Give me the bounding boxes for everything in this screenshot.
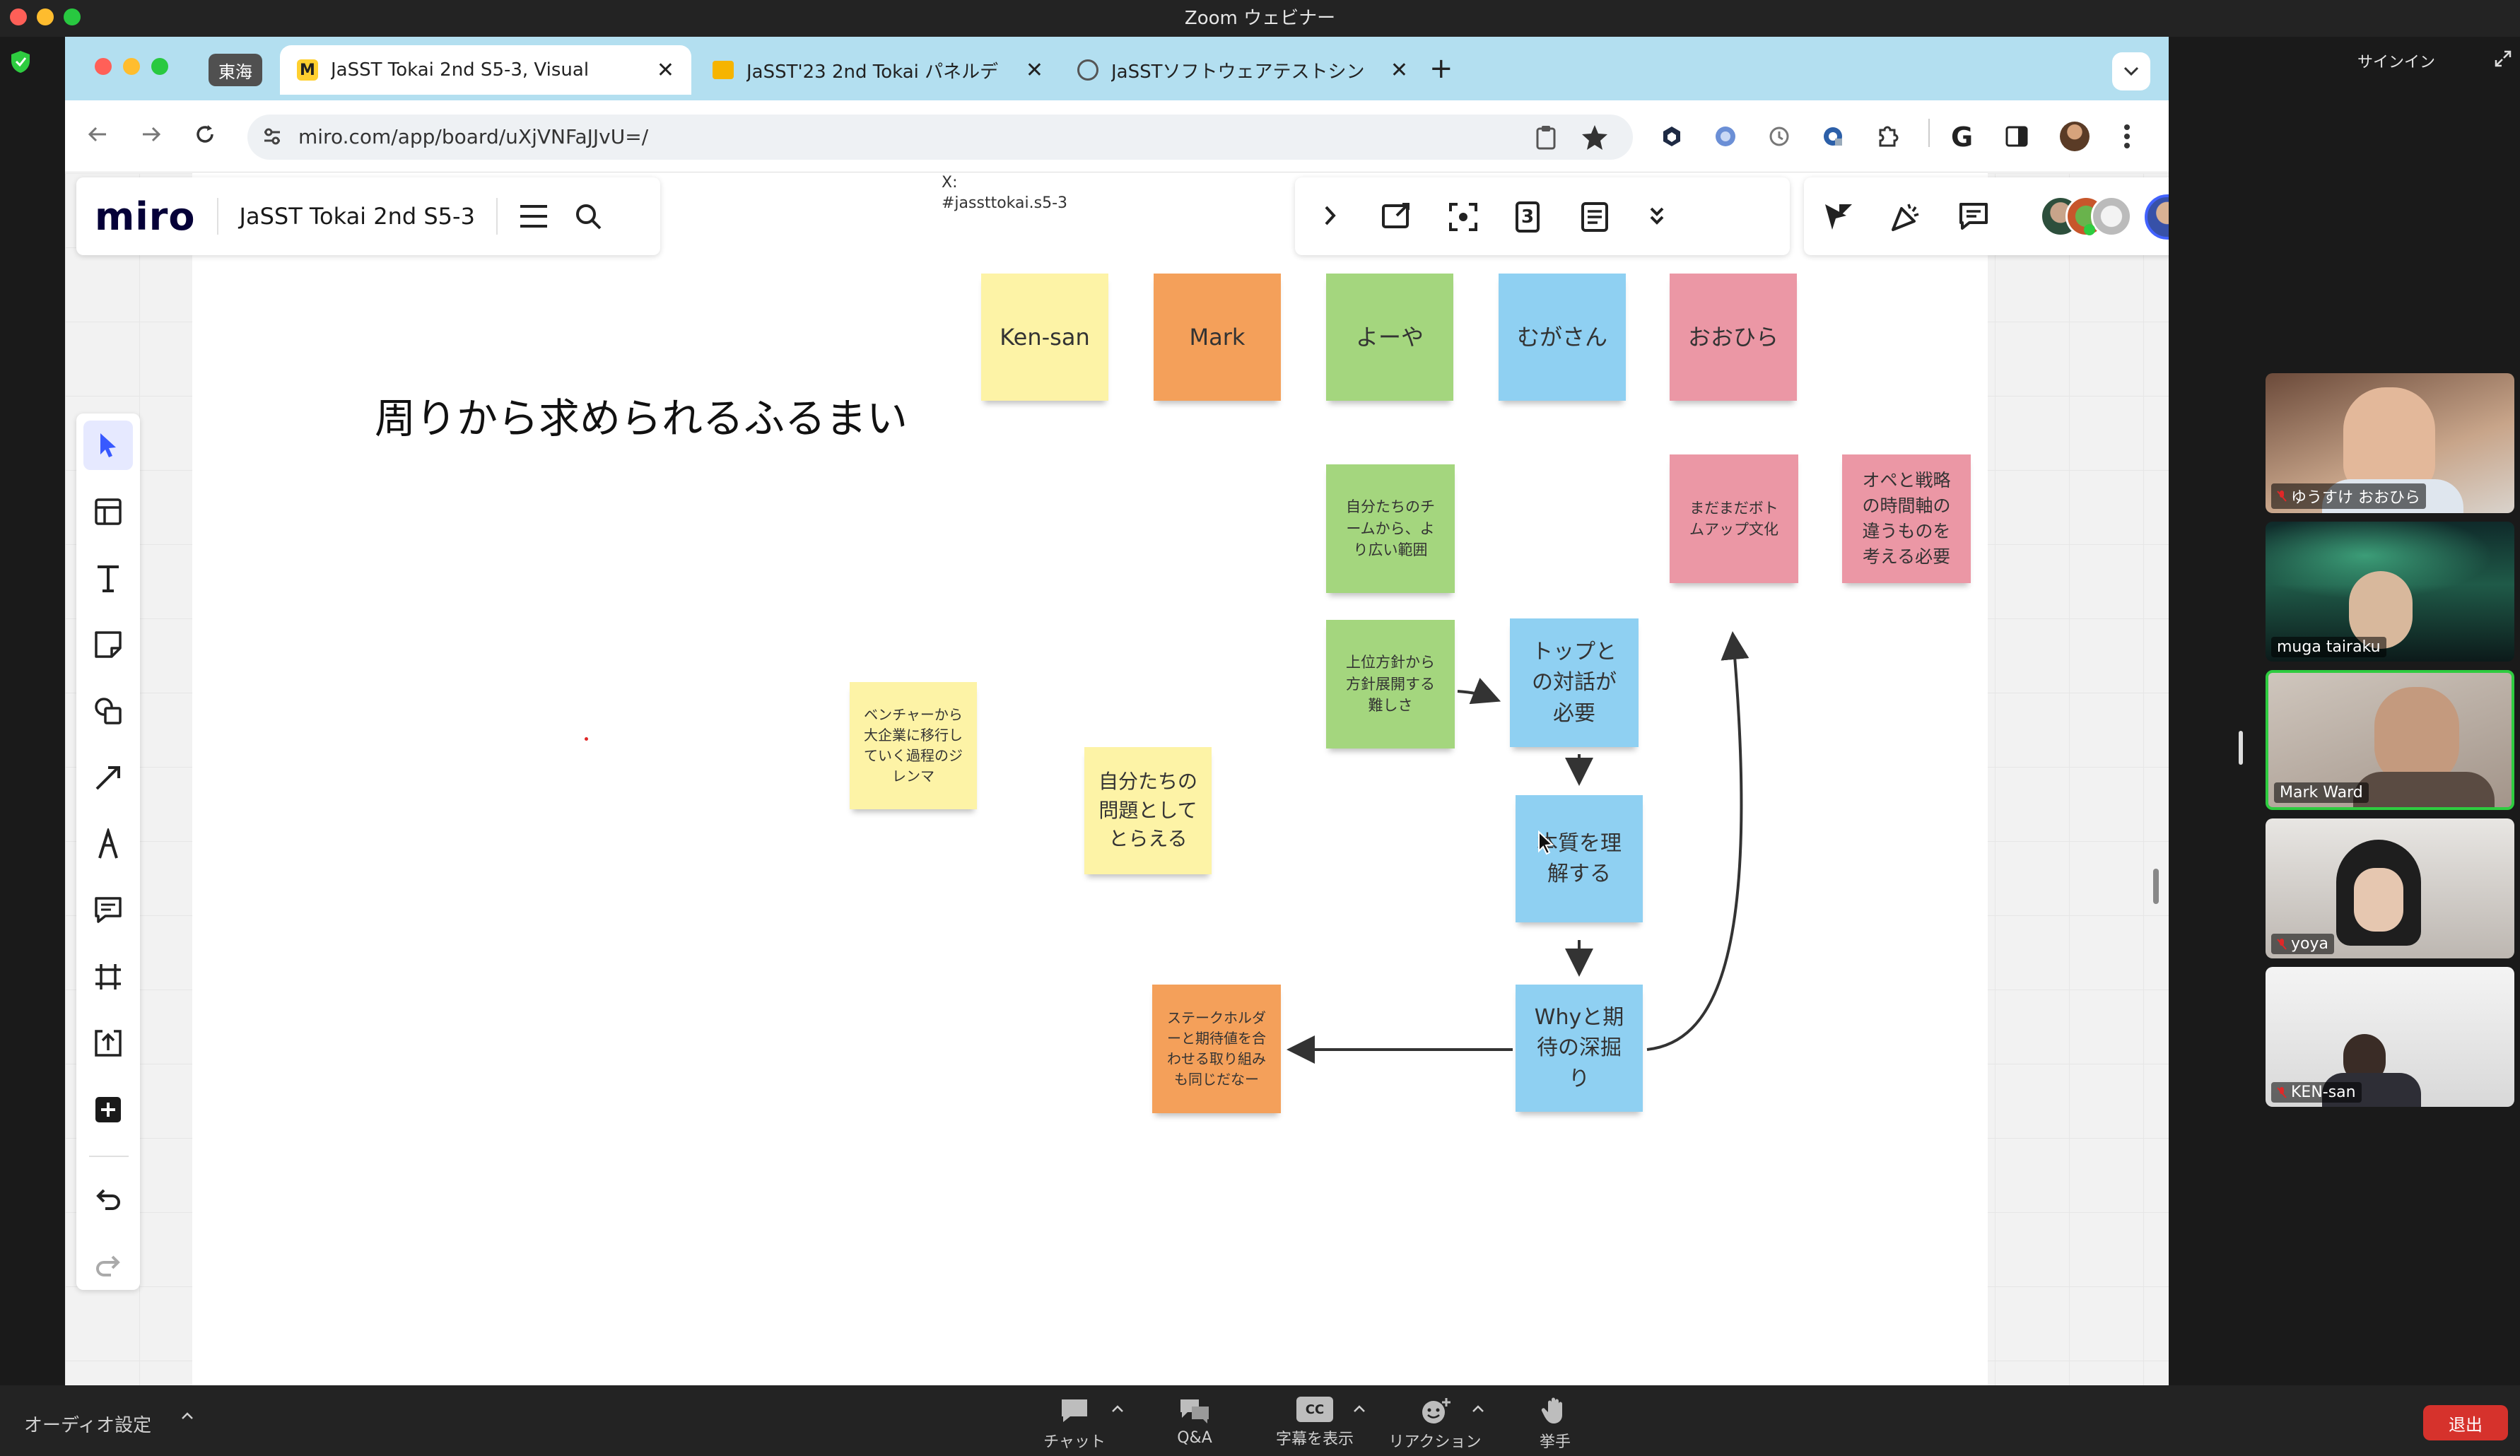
mouse-cursor-icon bbox=[1537, 830, 1555, 856]
tab-active[interactable]: M JaSST Tokai 2nd S5-3, Visual ✕ bbox=[280, 45, 691, 95]
zoom-control-bar bbox=[0, 1385, 2520, 1456]
tab[interactable]: JaSSTソフトウェアテストシン ✕ bbox=[1060, 45, 1425, 95]
fullscreen-icon[interactable] bbox=[2494, 49, 2512, 68]
shared-screen: 東海 M JaSST Tokai 2nd S5-3, Visual ✕ JaSS… bbox=[65, 37, 2169, 1385]
qa-button[interactable]: Q&A bbox=[1145, 1392, 1244, 1447]
mic-off-icon bbox=[2277, 938, 2287, 951]
connector-arrow[interactable] bbox=[1646, 631, 1750, 1051]
tab-search-chevron-icon[interactable] bbox=[2112, 52, 2150, 90]
participant-video bbox=[2343, 387, 2435, 493]
new-tab-plus-icon[interactable]: + bbox=[1429, 52, 1453, 85]
extension-swirl-icon[interactable] bbox=[1713, 124, 1737, 148]
cursor-dot bbox=[585, 737, 588, 741]
site-info-icon[interactable] bbox=[260, 124, 284, 148]
extensions-puzzle-icon[interactable] bbox=[1875, 123, 1901, 150]
audio-settings-chevron-icon[interactable] bbox=[181, 1411, 194, 1421]
reaction-icon bbox=[1418, 1397, 1452, 1425]
profile-avatar[interactable] bbox=[2060, 122, 2090, 151]
forward-arrow-icon[interactable] bbox=[139, 122, 164, 147]
extension-hex-icon[interactable] bbox=[1660, 124, 1684, 148]
back-arrow-icon[interactable] bbox=[85, 122, 110, 147]
leave-button[interactable]: 退出 bbox=[2423, 1405, 2508, 1440]
chat-button[interactable]: チャット bbox=[1025, 1392, 1124, 1452]
reaction-chevron-icon[interactable] bbox=[1472, 1404, 1484, 1414]
participant-video bbox=[2374, 687, 2459, 786]
video-tile[interactable]: ゆうすけ おおひら bbox=[2266, 373, 2514, 513]
reaction-button[interactable]: リアクション bbox=[1385, 1392, 1484, 1452]
button-label: リアクション bbox=[1388, 1433, 1482, 1451]
zoom-window-title: Zoom ウェビナー bbox=[1184, 8, 1336, 29]
chat-icon bbox=[1057, 1397, 1091, 1425]
reload-icon[interactable] bbox=[192, 122, 218, 147]
slides-favicon-icon bbox=[713, 61, 734, 79]
video-tile[interactable]: yoya bbox=[2266, 818, 2514, 958]
captions-chevron-icon[interactable] bbox=[1353, 1404, 1366, 1414]
raise-hand-icon bbox=[1538, 1397, 1572, 1425]
tab-close-icon[interactable]: ✕ bbox=[1390, 58, 1408, 83]
miro-canvas[interactable]: miro JaSST Tokai 2nd S5-3 X: #jassttokai… bbox=[65, 173, 2169, 1385]
clipboard-icon[interactable] bbox=[1534, 124, 1558, 150]
button-label: 字幕を表示 bbox=[1275, 1431, 1354, 1448]
side-panel-icon[interactable] bbox=[2005, 124, 2029, 148]
participant-video bbox=[2354, 868, 2403, 932]
tab[interactable]: JaSST'23 2nd Tokai パネルデ ✕ bbox=[696, 45, 1060, 95]
tab-close-icon[interactable]: ✕ bbox=[657, 58, 674, 83]
tab-title: JaSST'23 2nd Tokai パネルデ bbox=[746, 61, 999, 83]
signin-link[interactable]: サインイン bbox=[2357, 49, 2435, 72]
connector-arrow[interactable] bbox=[1457, 678, 1501, 705]
captions-button[interactable]: CC 字幕を表示 bbox=[1265, 1392, 1364, 1449]
browser-minimize-button[interactable] bbox=[123, 58, 140, 75]
tab-group-label[interactable]: 東海 bbox=[209, 54, 262, 86]
video-tile[interactable]: muga tairaku bbox=[2266, 522, 2514, 662]
participant-name: muga tairaku bbox=[2271, 637, 2386, 657]
participant-name: yoya bbox=[2271, 934, 2334, 954]
video-tile-active-speaker[interactable]: Mark Ward bbox=[2266, 670, 2514, 810]
toolbar-divider bbox=[1928, 119, 1930, 147]
security-shield-icon[interactable] bbox=[10, 49, 31, 74]
audio-settings-button[interactable]: オーディオ設定 bbox=[24, 1411, 151, 1437]
extension-lens-icon[interactable] bbox=[1821, 124, 1845, 148]
tab-close-icon[interactable]: ✕ bbox=[1026, 58, 1043, 83]
participant-name: KEN-san bbox=[2271, 1082, 2362, 1103]
browser-menu-dots-icon[interactable] bbox=[2123, 123, 2131, 150]
chat-chevron-icon[interactable] bbox=[1111, 1404, 1124, 1414]
mic-off-icon bbox=[2277, 1086, 2287, 1099]
gallery-resize-handle[interactable] bbox=[2239, 731, 2243, 765]
tab-title: JaSST Tokai 2nd S5-3, Visual bbox=[331, 59, 590, 81]
bookmark-star-icon[interactable] bbox=[1581, 123, 1609, 151]
button-label: チャット bbox=[1043, 1433, 1106, 1451]
raise-hand-button[interactable]: 挙手 bbox=[1506, 1392, 1605, 1452]
mic-off-icon bbox=[2277, 490, 2287, 503]
tab-title: JaSSTソフトウェアテストシン bbox=[1111, 61, 1365, 83]
cc-icon: CC bbox=[1296, 1397, 1333, 1422]
browser-maximize-button[interactable] bbox=[151, 58, 168, 75]
url-text[interactable]: miro.com/app/board/uXjVNFaJJvU=/ bbox=[298, 115, 648, 160]
button-label: 挙手 bbox=[1539, 1433, 1571, 1451]
browser-close-button[interactable] bbox=[95, 58, 112, 75]
participant-video bbox=[2353, 772, 2495, 807]
globe-favicon-icon bbox=[1077, 59, 1098, 81]
extension-clock-icon[interactable] bbox=[1767, 124, 1791, 148]
participant-name: Mark Ward bbox=[2274, 782, 2369, 803]
miro-favicon-icon: M bbox=[297, 59, 318, 81]
connector-lines bbox=[1287, 631, 1750, 1064]
qa-icon bbox=[1178, 1397, 1212, 1425]
button-label: Q&A bbox=[1177, 1429, 1212, 1447]
google-g-icon[interactable]: G bbox=[1951, 122, 1973, 153]
video-tile[interactable]: KEN-san bbox=[2266, 967, 2514, 1107]
participant-name: ゆうすけ おおひら bbox=[2271, 483, 2426, 509]
